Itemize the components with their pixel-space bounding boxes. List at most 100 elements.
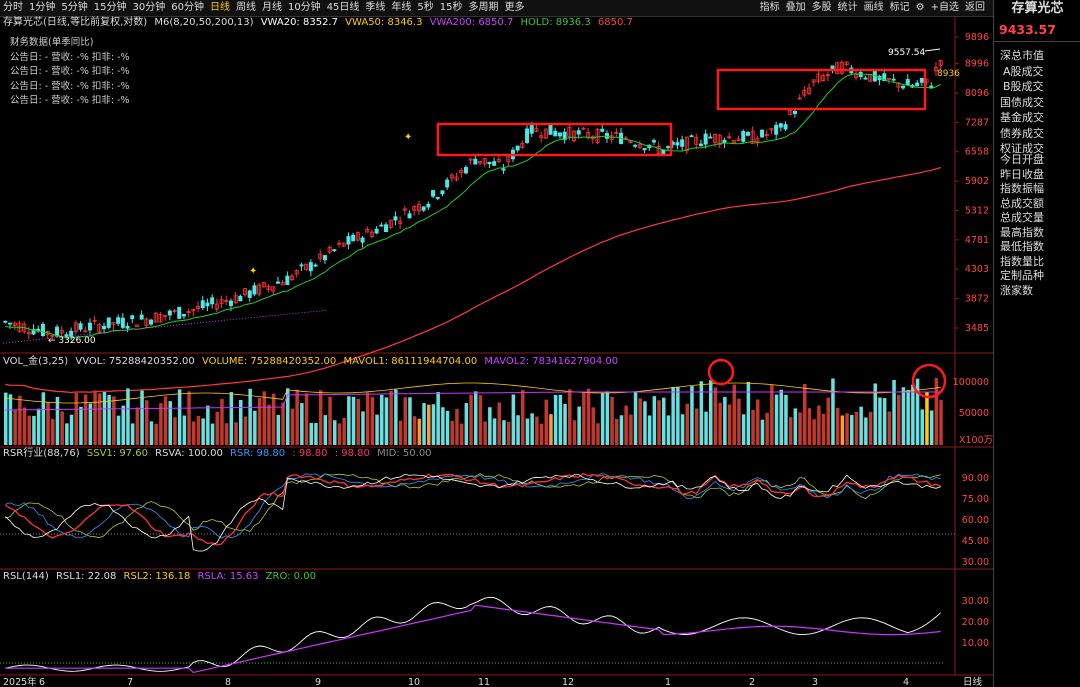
candle-body (130, 315, 135, 320)
volume-bar (887, 411, 892, 445)
volume-bar (459, 423, 464, 445)
candle-body (703, 133, 708, 145)
candle-body (651, 140, 656, 143)
volume-bar (788, 417, 793, 445)
volume-bar (18, 395, 22, 445)
volume-bar (22, 407, 27, 445)
volume-bar (605, 391, 610, 445)
candle-body (346, 236, 351, 245)
volume-bar (412, 416, 417, 445)
sidebar-item[interactable]: 总成交额 (1000, 197, 1044, 212)
candle-body (120, 317, 125, 328)
volume-bar (652, 396, 657, 445)
sidebar-item[interactable]: 涨家数 (1000, 284, 1044, 299)
rsl-name: RSL(144) (3, 571, 49, 582)
candle-body (440, 190, 445, 195)
volume-bar (530, 413, 534, 445)
volume-bar (582, 391, 586, 445)
volume-bar (812, 419, 816, 445)
ssv1-value: SSV1: 97.60 (86, 448, 148, 459)
current-tag: 8936 (937, 69, 960, 79)
volume-bar (859, 406, 863, 445)
sidebar-item[interactable]: 昨日收盘 (1000, 168, 1044, 183)
mavol1-value: MAVOL1: 86111944704.00 (343, 356, 478, 367)
volume-bar (906, 389, 910, 445)
volume-bar (718, 402, 722, 445)
sidebar-item[interactable]: 基金成交 (1000, 110, 1044, 126)
volume-bar (497, 402, 501, 445)
candle-body (275, 281, 280, 284)
candle-body (205, 302, 210, 307)
volume-bar (624, 405, 628, 445)
volume-bar (145, 400, 149, 445)
volume-bar (619, 415, 624, 445)
volume-bar (427, 404, 431, 445)
rsr-tick: 45.00 (962, 536, 989, 547)
sidebar-item[interactable]: 深总市值 (1000, 48, 1044, 64)
volume-bar (234, 422, 238, 445)
volume-value: VOLUME: 75288420352.00 (201, 356, 337, 367)
volume-bar (375, 414, 379, 445)
candle-body (633, 144, 638, 147)
volume-bar (845, 413, 849, 445)
candle-body (322, 255, 327, 261)
volume-bar (154, 423, 158, 445)
sidebar-item[interactable]: A股成交 (1000, 64, 1044, 80)
candle-body (40, 323, 45, 337)
volume-bar (492, 418, 497, 445)
x-period: 日线 (963, 676, 983, 687)
price-tick: 5312 (965, 205, 989, 216)
butterfly-icon: ✦ (404, 132, 412, 143)
candle-body (680, 139, 685, 147)
sidebar-item[interactable]: 债券成交 (1000, 126, 1044, 142)
volume-bar (51, 418, 55, 445)
candle-body (487, 161, 492, 165)
sidebar-item[interactable]: 今日开盘 (1000, 153, 1044, 168)
volume-bar (469, 394, 473, 445)
volume-bar (384, 397, 389, 445)
candle-body (445, 179, 450, 188)
volume-bar (676, 386, 680, 445)
vol-unit: X100万 (959, 435, 993, 446)
sidebar-item[interactable]: B股成交 (1000, 79, 1044, 95)
volume-bar (596, 423, 600, 445)
volume-bar (98, 393, 102, 445)
rsl-legend: RSL(144) RSL1: 22.08 RSL2: 136.18 RSLA: … (3, 570, 320, 583)
sidebar-item[interactable]: 指数振幅 (1000, 182, 1044, 197)
candle-body (901, 85, 906, 89)
volume-bar (370, 397, 375, 445)
sidebar-item[interactable]: 最高指数 (1000, 226, 1044, 241)
candle-body (661, 149, 666, 154)
volume-bar (850, 414, 854, 445)
volume-bar (591, 407, 595, 445)
volume-bar (464, 403, 469, 445)
candle-body (384, 224, 389, 233)
volume-bar (361, 411, 365, 445)
candle-body (374, 228, 379, 234)
sidebar-item[interactable]: 最低指数 (1000, 240, 1044, 255)
sidebar-item[interactable]: 国债成交 (1000, 95, 1044, 111)
volume-bar (65, 423, 69, 445)
candle-body (891, 78, 896, 81)
rsr-v5: : 98.80 (334, 448, 370, 459)
volume-bar (690, 386, 694, 445)
rsr-line (5, 473, 941, 539)
volume-bar (8, 394, 13, 445)
candle-body (778, 123, 783, 128)
candle-body (210, 297, 215, 305)
volume-bar (79, 406, 83, 445)
volume-bar (511, 394, 516, 445)
kline-chart[interactable]: 9896899680967287655859025312478143033872… (0, 0, 993, 687)
sidebar-item[interactable]: 定制品种 (1000, 269, 1044, 284)
volume-bar (723, 397, 727, 445)
sidebar-item[interactable]: 指数量比 (1000, 255, 1044, 270)
volume-bar (304, 393, 309, 445)
candle-body (228, 300, 233, 306)
ma-line (5, 73, 941, 339)
volume-bar (69, 414, 74, 445)
volume-bar (328, 396, 332, 445)
sidebar-item[interactable]: 总成交量 (1000, 211, 1044, 226)
volume-bar (215, 411, 219, 445)
volume-bar (803, 383, 807, 445)
volume-bar (746, 381, 751, 445)
